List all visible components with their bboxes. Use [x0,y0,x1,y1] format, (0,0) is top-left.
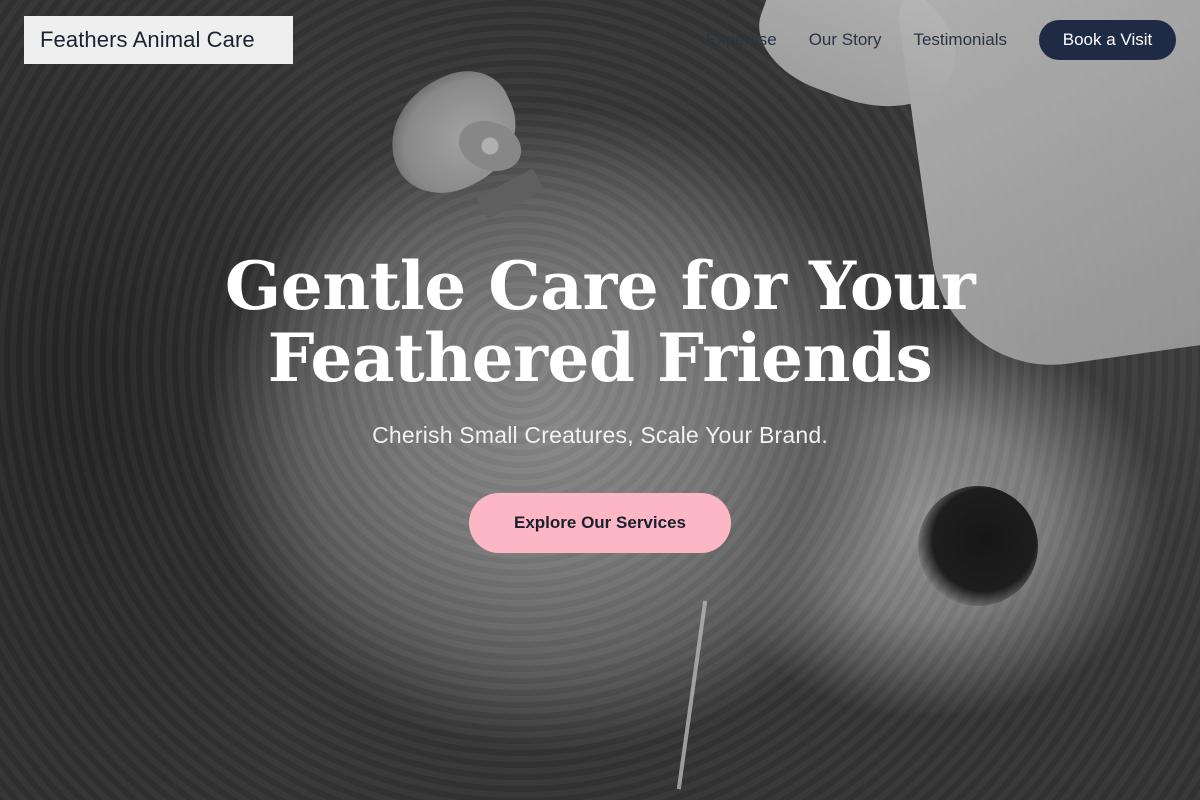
book-visit-button[interactable]: Book a Visit [1039,20,1176,60]
hero-subheadline: Cherish Small Creatures, Scale Your Bran… [372,422,828,448]
hero-headline-line-1: Gentle Care for Your [224,247,976,325]
nav-link-testimonials[interactable]: Testimonials [913,30,1007,50]
hero-content: Gentle Care for Your Feathered Friends C… [0,250,1200,553]
hero-headline: Gentle Care for Your Feathered Friends [0,250,1200,394]
main-nav: Expertise Our Story Testimonials Book a … [706,20,1176,60]
brand-name: Feathers Animal Care [40,27,255,52]
nav-link-expertise[interactable]: Expertise [706,30,777,50]
explore-services-button[interactable]: Explore Our Services [469,493,731,553]
hero-headline-line-2: Feathered Friends [267,319,933,397]
hero-section: Feathers Animal Care Expertise Our Story… [0,0,1200,800]
nav-link-our-story[interactable]: Our Story [809,30,882,50]
brand-logo[interactable]: Feathers Animal Care [24,16,293,64]
